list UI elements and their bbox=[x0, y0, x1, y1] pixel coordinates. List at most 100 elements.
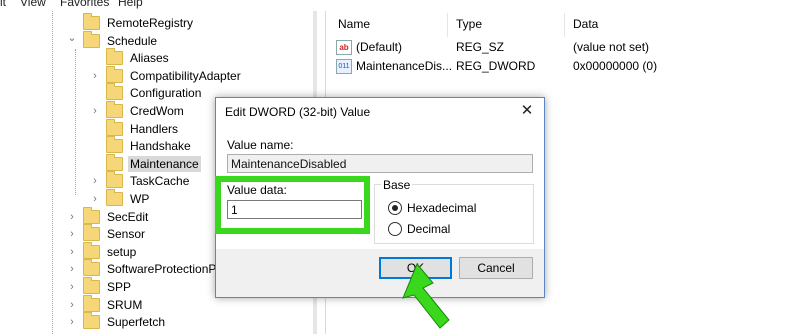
tree-item[interactable]: Handshake bbox=[88, 136, 193, 155]
folder-icon bbox=[106, 118, 123, 136]
menu-item-help[interactable]: Help bbox=[118, 0, 143, 9]
dialog-title: Edit DWORD (32-bit) Value bbox=[225, 105, 371, 119]
tree-item-label: Sensor bbox=[107, 227, 146, 242]
expand-chevron-icon[interactable]: › bbox=[65, 211, 79, 223]
tree-item-label: SPP bbox=[107, 280, 132, 294]
folder-icon bbox=[106, 171, 123, 189]
folder-icon bbox=[83, 224, 100, 242]
expand-chevron-icon[interactable]: › bbox=[65, 281, 79, 293]
tree-item-label: Aliases bbox=[130, 51, 169, 66]
folder-icon bbox=[106, 136, 123, 154]
tree-item-label: WP bbox=[130, 192, 150, 206]
expand-chevron-icon[interactable]: › bbox=[65, 263, 79, 275]
tree-item-label: Schedule bbox=[107, 33, 158, 48]
menu-item-edit[interactable]: it bbox=[0, 0, 6, 9]
menu-item-favorites[interactable]: Favorites bbox=[60, 0, 109, 9]
folder-icon bbox=[83, 241, 100, 259]
expand-chevron-icon[interactable]: › bbox=[88, 70, 102, 82]
tree-item[interactable]: › setup bbox=[65, 241, 138, 261]
folder-icon bbox=[83, 259, 100, 277]
tree-item[interactable]: › Superfetch bbox=[65, 312, 167, 331]
expand-chevron-icon[interactable]: › bbox=[65, 228, 79, 240]
tree-item[interactable]: › CredWom bbox=[88, 101, 186, 120]
folder-icon bbox=[83, 206, 100, 224]
folder-icon bbox=[106, 101, 123, 118]
folder-icon bbox=[83, 13, 100, 30]
radio-label: Decimal bbox=[407, 222, 451, 236]
expand-chevron-icon[interactable]: › bbox=[65, 299, 79, 311]
tree-item[interactable]: › SPP bbox=[65, 277, 133, 296]
menu-bar: it View Favorites Help bbox=[0, 0, 800, 11]
binary-value-icon: 011 bbox=[336, 58, 352, 74]
tree-item-label: SecEdit bbox=[107, 209, 149, 224]
tree-item-label: Handlers bbox=[130, 121, 179, 136]
cancel-button[interactable]: Cancel bbox=[459, 257, 533, 279]
tree-item-label: CredWom bbox=[130, 104, 184, 118]
tree-guide-line bbox=[75, 49, 76, 195]
list-item[interactable]: 011 MaintenanceDis... bbox=[336, 57, 461, 75]
tree-item[interactable]: ⌄ Schedule bbox=[65, 30, 159, 50]
value-name: MaintenanceDis... bbox=[356, 59, 453, 73]
folder-icon bbox=[106, 65, 123, 83]
value-name-field[interactable]: MaintenanceDisabled bbox=[227, 154, 533, 173]
value-type: REG_DWORD bbox=[456, 59, 536, 73]
folder-icon bbox=[83, 294, 100, 312]
close-icon[interactable]: ✕ bbox=[516, 101, 538, 121]
tree-item[interactable]: › SoftwareProtectionPla bbox=[65, 259, 228, 278]
tree-guide-line bbox=[52, 11, 53, 334]
tree-item-label: Maintenance bbox=[128, 155, 201, 172]
tree-item-label: SoftwareProtectionPla bbox=[107, 262, 226, 277]
folder-icon bbox=[106, 83, 123, 101]
radio-checked-icon bbox=[388, 201, 402, 215]
folder-icon bbox=[106, 48, 123, 66]
radio-label: Hexadecimal bbox=[407, 201, 477, 215]
value-type: REG_SZ bbox=[456, 40, 505, 54]
decimal-radio[interactable]: Decimal bbox=[388, 222, 450, 236]
tree-item-label: Superfetch bbox=[107, 315, 166, 330]
column-header-name[interactable]: Name bbox=[338, 17, 370, 31]
tree-item[interactable]: › CompatibilityAdapter bbox=[88, 65, 243, 85]
column-separator[interactable] bbox=[447, 13, 448, 37]
tree-item-label: Handshake bbox=[130, 139, 191, 154]
value-data: (value not set) bbox=[573, 40, 650, 54]
value-name-label: Value name: bbox=[227, 138, 294, 152]
base-label: Base bbox=[381, 178, 413, 192]
menu-item-view[interactable]: View bbox=[20, 0, 46, 9]
highlight-box bbox=[215, 176, 370, 234]
tree-item-label: setup bbox=[107, 244, 137, 259]
expand-chevron-icon[interactable]: › bbox=[65, 246, 79, 258]
expand-chevron-icon[interactable]: › bbox=[88, 175, 102, 187]
tree-item[interactable]: Maintenance bbox=[88, 153, 201, 173]
tree-item-label: Configuration bbox=[130, 86, 202, 101]
tree-item[interactable]: › TaskCache bbox=[88, 171, 191, 190]
folder-icon bbox=[106, 153, 123, 171]
collapse-chevron-icon[interactable]: ⌄ bbox=[65, 31, 79, 44]
arrow-pointer-icon bbox=[402, 263, 450, 329]
tree-item-label: SRUM bbox=[107, 297, 143, 312]
tree-item[interactable]: Aliases bbox=[88, 48, 171, 67]
value-name: (Default) bbox=[356, 40, 403, 54]
folder-icon bbox=[106, 189, 123, 206]
tree-item[interactable]: Handlers bbox=[88, 118, 180, 138]
hexadecimal-radio[interactable]: Hexadecimal bbox=[388, 201, 476, 215]
tree-item[interactable]: › SRUM bbox=[65, 294, 144, 314]
expand-chevron-icon[interactable]: › bbox=[88, 193, 102, 205]
tree-item-label: RemoteRegistry bbox=[107, 16, 194, 30]
tree-item[interactable]: › WP bbox=[88, 189, 151, 208]
tree-item[interactable]: Configuration bbox=[88, 83, 203, 102]
column-header-data[interactable]: Data bbox=[573, 17, 598, 31]
folder-icon bbox=[83, 30, 100, 48]
radio-unchecked-icon bbox=[388, 222, 402, 236]
expand-chevron-icon[interactable]: › bbox=[88, 105, 102, 117]
expand-chevron-icon[interactable]: › bbox=[65, 316, 79, 328]
value-data: 0x00000000 (0) bbox=[573, 59, 658, 73]
list-item[interactable]: ab (Default) bbox=[336, 38, 456, 56]
tree-item[interactable]: › Sensor bbox=[65, 224, 147, 243]
column-header-type[interactable]: Type bbox=[456, 17, 482, 31]
tree-item-label: CompatibilityAdapter bbox=[130, 68, 241, 83]
column-separator[interactable] bbox=[564, 13, 565, 37]
tree-item[interactable]: RemoteRegistry bbox=[65, 13, 195, 32]
folder-icon bbox=[83, 312, 100, 330]
folder-icon bbox=[83, 277, 100, 294]
tree-item[interactable]: › SecEdit bbox=[65, 206, 150, 226]
